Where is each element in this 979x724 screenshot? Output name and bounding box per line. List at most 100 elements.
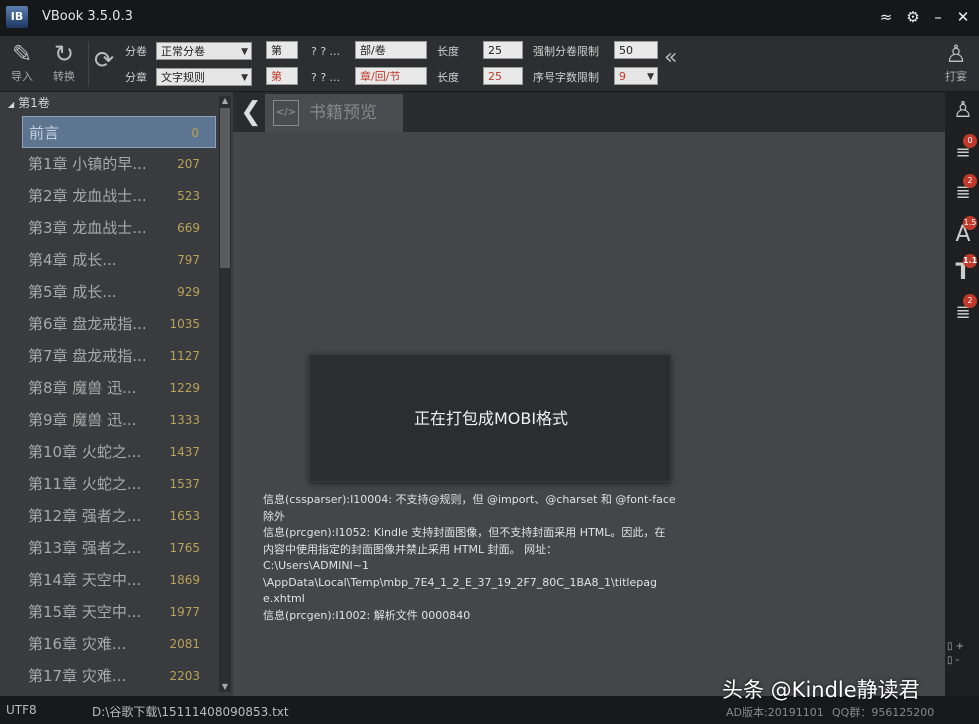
chapter-item[interactable]: 第2章 龙血战士... 523 xyxy=(22,180,216,212)
progress-dialog: 正在打包成MOBI格式 xyxy=(309,354,671,482)
seq-limit-label: 序号字数限制 xyxy=(533,71,599,84)
seq-limit-value: 9 xyxy=(619,70,626,83)
chapter-title: 第9章 魔兽 迅... xyxy=(28,411,137,429)
chapter-title: 第13章 强者之... xyxy=(28,539,142,557)
chapter-item[interactable]: 第16章 灾难... 2081 xyxy=(22,628,216,660)
sidebar-scrollbar[interactable]: ▲ ▼ xyxy=(219,96,231,692)
chapter-item[interactable]: 第4章 成长... 797 xyxy=(22,244,216,276)
log-line: 信息(cssparser):I10004: 不支持@规则，但 @import、@… xyxy=(263,493,676,506)
scrollbar-thumb[interactable] xyxy=(220,108,230,268)
vol-prefix-input[interactable]: 第 xyxy=(266,41,298,59)
chapter-count: 2203 xyxy=(169,669,200,683)
refresh-button[interactable]: ⟳ xyxy=(88,46,120,96)
import-button[interactable]: ✎ 导入 xyxy=(2,40,42,90)
force-vol-limit-input[interactable]: 50 xyxy=(614,41,658,59)
app-logo: IB xyxy=(6,6,28,28)
convert-icon: ↻ xyxy=(53,40,75,68)
chapter-title: 第12章 强者之... xyxy=(28,507,142,525)
minimize-icon[interactable]: – xyxy=(928,8,948,26)
chapter-title: 第3章 龙血战士... xyxy=(28,219,147,237)
chapter-item[interactable]: 第7章 盘龙戒指... 1127 xyxy=(22,340,216,372)
chapter-count: 1333 xyxy=(169,413,200,427)
chapter-title: 第11章 火蛇之... xyxy=(28,475,142,493)
person-icon: ♙ xyxy=(945,40,967,68)
zoom-control[interactable]: ▯ + ▯ - xyxy=(947,640,977,670)
chapter-count: 1437 xyxy=(169,445,200,459)
encoding-label: UTF8 xyxy=(6,703,37,717)
right-toolbar: ♙ ≡ 0 ≣ 2 A 1.5 T 1.1 ≣ 2 ▯ + ▯ - xyxy=(945,92,979,696)
chevron-down-icon: ▼ xyxy=(241,47,248,57)
font-size-icon[interactable]: A 1.5 xyxy=(949,216,977,250)
chapter-title: 第6章 盘龙戒指... xyxy=(28,315,147,333)
chapter-item[interactable]: 第5章 成长... 929 xyxy=(22,276,216,308)
collapse-toolbar-icon[interactable]: « xyxy=(664,47,677,69)
chapter-count: 669 xyxy=(177,221,200,235)
badge: 2 xyxy=(963,174,977,188)
chapter-title: 第16章 灾难... xyxy=(28,635,127,653)
seq-limit-select[interactable]: 9 ▼ xyxy=(614,67,658,85)
close-icon[interactable]: ✕ xyxy=(953,8,973,26)
chapter-item[interactable]: 第6章 盘龙戒指... 1035 xyxy=(22,308,216,340)
chapter-title: 第10章 火蛇之... xyxy=(28,443,142,461)
volume-select[interactable]: 正常分卷 ▼ xyxy=(156,42,252,60)
gear-icon[interactable]: ⚙ xyxy=(903,8,923,26)
tab-book-preview[interactable]: </> 书籍预览 xyxy=(265,94,403,132)
badge: 0 xyxy=(963,134,977,148)
chapter-list: 前言 0 第1章 小镇的早... 207 第2章 龙血战士... 523 第3章 龙血战士.… xyxy=(22,116,216,692)
volume-node[interactable]: ◢ 第1卷 xyxy=(0,92,220,114)
chapter-item[interactable]: 第13章 强者之... 1765 xyxy=(22,532,216,564)
chapter-title: 第1章 小镇的早... xyxy=(28,155,147,173)
convert-button[interactable]: ↻ 转换 xyxy=(44,40,84,90)
volume-title: 第1卷 xyxy=(18,96,50,110)
line-spacing-icon[interactable]: ≣ 2 xyxy=(949,294,977,328)
vol-suffix-input[interactable]: 部/卷 xyxy=(355,41,427,59)
chapter-count: 2081 xyxy=(169,637,200,651)
chapter-item[interactable]: 第17章 灾难... 2203 xyxy=(22,660,216,692)
package-button[interactable]: ♙ 打宴 xyxy=(936,40,976,90)
chapter-select[interactable]: 文字规则 ▼ xyxy=(156,68,252,86)
chevron-down-icon: ▼ xyxy=(241,73,248,83)
tree-collapse-icon[interactable]: ◢ xyxy=(8,100,14,109)
chapter-item[interactable]: 第15章 天空中... 1977 xyxy=(22,596,216,628)
chapter-item[interactable]: 第1章 小镇的早... 207 xyxy=(22,148,216,180)
indent-icon[interactable]: ≡ 0 xyxy=(949,134,977,168)
chapter-count: 797 xyxy=(177,253,200,267)
chapter-item[interactable]: 前言 0 xyxy=(22,116,216,148)
watermark: 头条 @Kindle静读君 xyxy=(722,678,920,702)
paragraph-icon[interactable]: ≣ 2 xyxy=(949,174,977,208)
log-line: e.xhtml xyxy=(263,592,305,605)
scroll-down-icon[interactable]: ▼ xyxy=(220,682,230,692)
chapter-count: 1765 xyxy=(169,541,200,555)
chapter-item[interactable]: 第3章 龙血战士... 669 xyxy=(22,212,216,244)
title-bar: IB VBook 3.5.0.3 ≈ ⚙ – ✕ xyxy=(0,0,979,36)
version-label: AD版本:20191101 xyxy=(726,706,824,719)
back-icon[interactable]: ❮ xyxy=(237,96,265,128)
log-line: 除外 xyxy=(263,509,285,523)
zoom-out-icon[interactable]: ▯ - xyxy=(947,654,977,668)
chapter-item[interactable]: 第14章 天空中... 1869 xyxy=(22,564,216,596)
chapter-title: 第2章 龙血战士... xyxy=(28,187,147,205)
ch-prefix-input[interactable]: 第 xyxy=(266,67,298,85)
scroll-up-icon[interactable]: ▲ xyxy=(220,96,230,106)
vol-length-input[interactable]: 25 xyxy=(483,41,523,59)
vol-qmarks: ? ? ... xyxy=(311,45,341,58)
chapter-count: 1537 xyxy=(169,477,200,491)
log-line: 信息(prcgen):I1052: Kindle 支持封面图像，但不支持封面采用… xyxy=(263,526,666,539)
ch-length-input[interactable]: 25 xyxy=(483,67,523,85)
ch-qmarks: ? ? ... xyxy=(311,71,341,84)
chapter-count: 0 xyxy=(191,126,199,140)
vbook-window: IB VBook 3.5.0.3 ≈ ⚙ – ✕ ✎ 导入 ↻ 转换 ⟳ 分卷 … xyxy=(0,0,979,724)
chapter-item[interactable]: 第11章 火蛇之... 1537 xyxy=(22,468,216,500)
chapter-count: 1653 xyxy=(169,509,200,523)
chapter-title: 第15章 天空中... xyxy=(28,603,142,621)
zoom-in-icon[interactable]: ▯ + xyxy=(947,640,977,654)
chapter-item[interactable]: 第9章 魔兽 迅... 1333 xyxy=(22,404,216,436)
ch-suffix-input[interactable]: 章/回/节 xyxy=(355,67,427,85)
convert-label: 转换 xyxy=(53,70,75,83)
chapter-item[interactable]: 第10章 火蛇之... 1437 xyxy=(22,436,216,468)
chapter-item[interactable]: 第8章 魔兽 迅... 1229 xyxy=(22,372,216,404)
wifi-icon[interactable]: ≈ xyxy=(876,8,896,26)
line-height-icon[interactable]: T 1.1 xyxy=(949,254,977,288)
trash-person-icon[interactable]: ♙ xyxy=(949,96,977,126)
chapter-item[interactable]: 第12章 强者之... 1653 xyxy=(22,500,216,532)
